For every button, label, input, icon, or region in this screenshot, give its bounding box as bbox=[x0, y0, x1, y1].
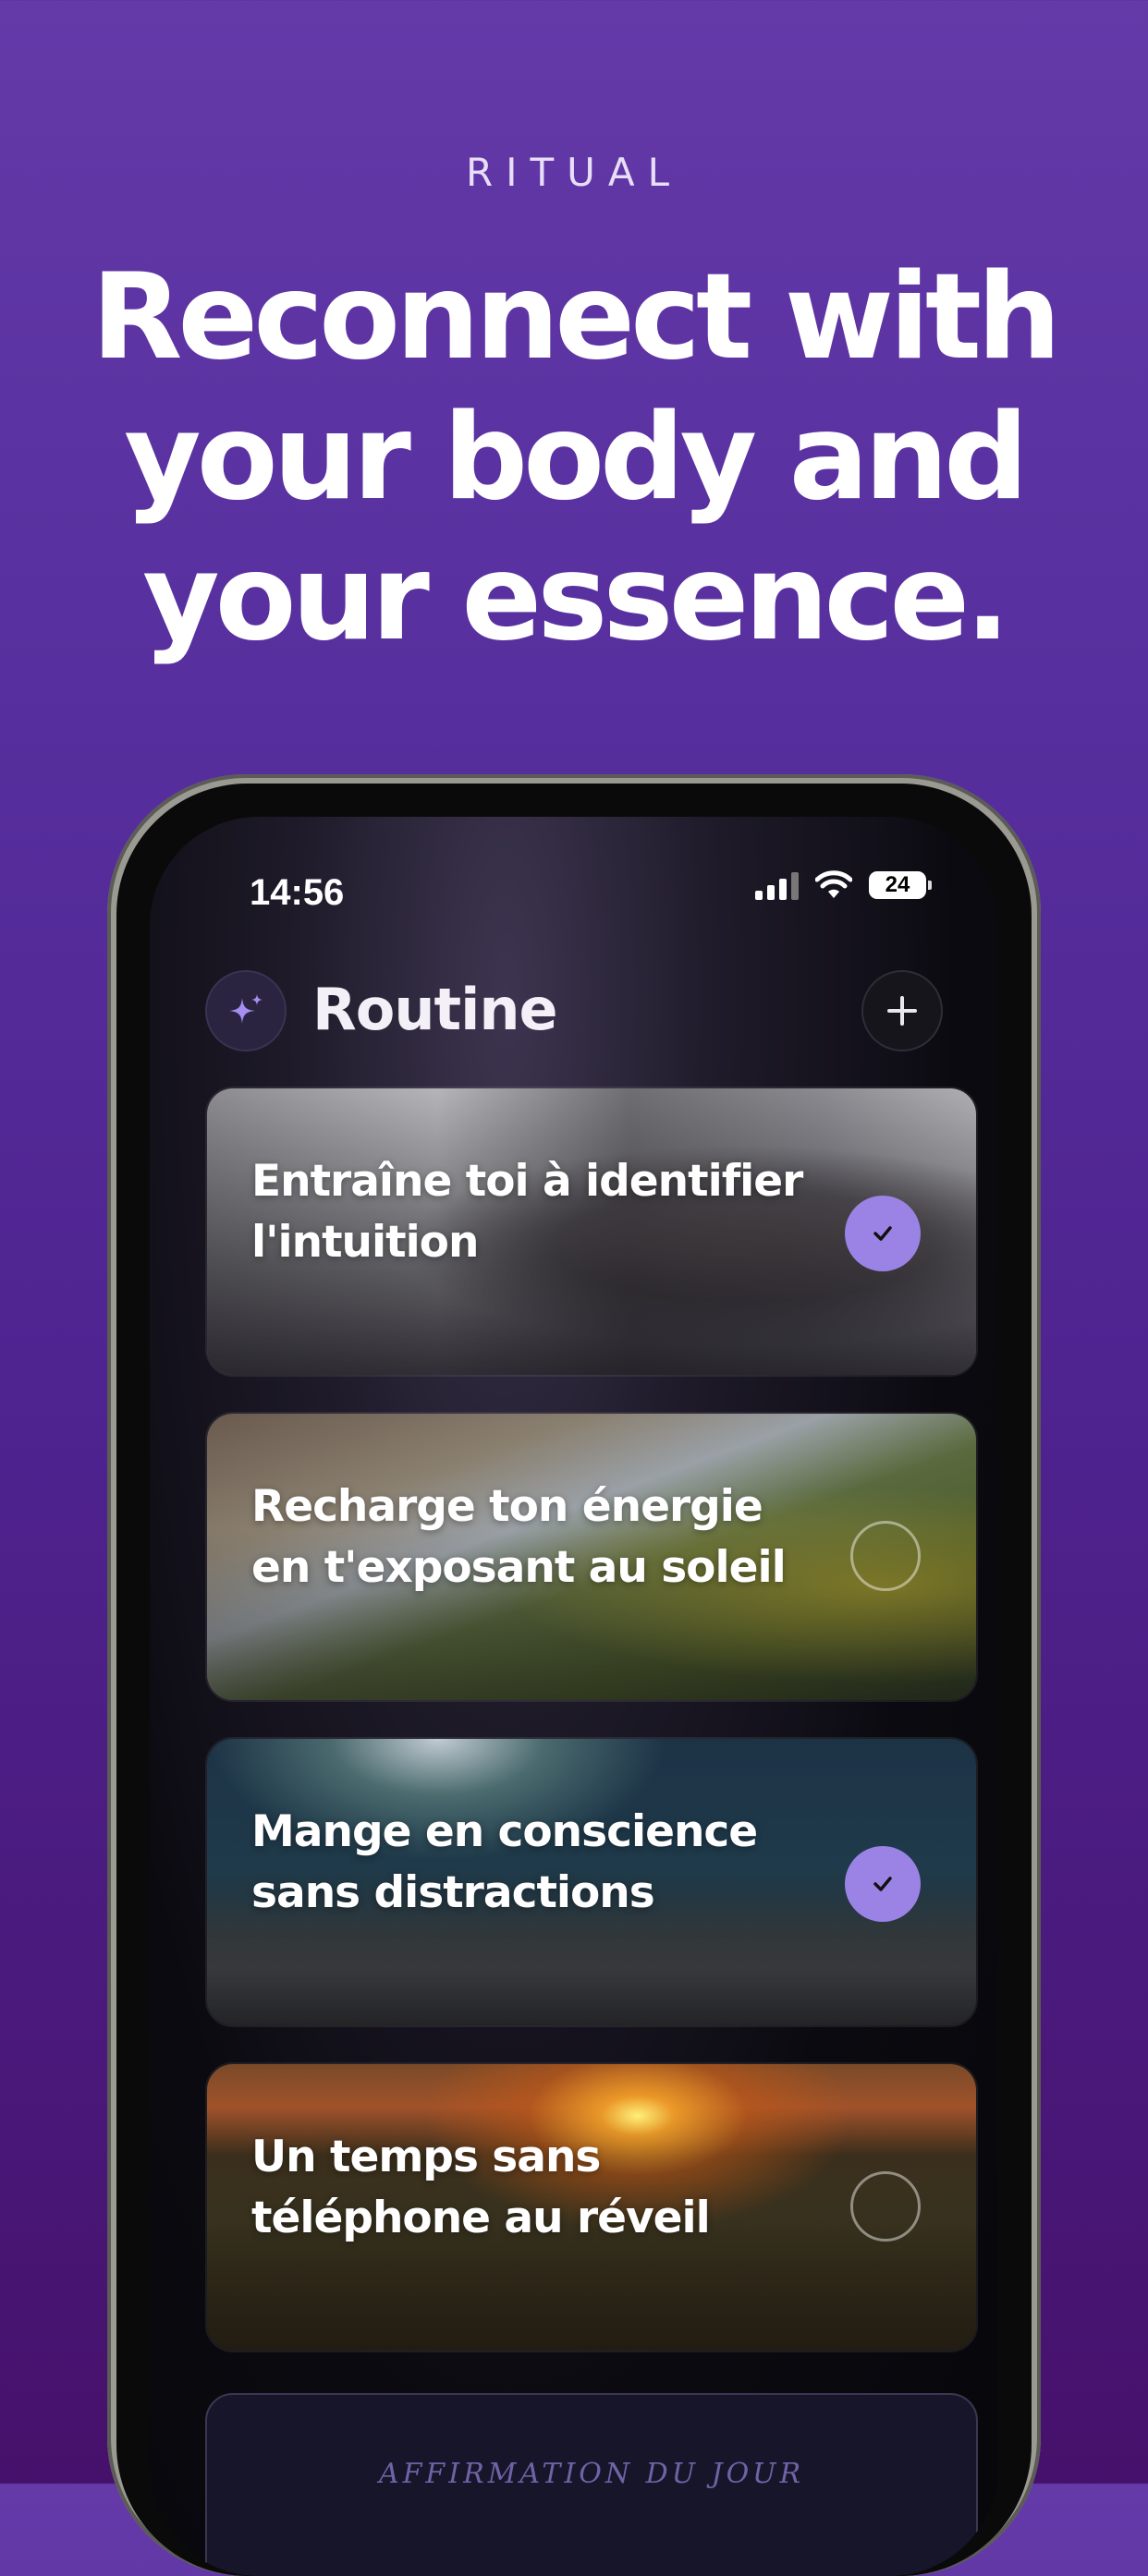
completed-checkbox[interactable] bbox=[845, 1846, 921, 1922]
routine-card[interactable]: Un temps sans téléphone au réveil bbox=[205, 2062, 978, 2352]
headline-line: Reconnect with bbox=[91, 249, 1061, 386]
phone-screen: 14:56 24 Routine Entraîne toi à identifi… bbox=[150, 817, 998, 2576]
phone-bezel: 14:56 24 Routine Entraîne toi à identifi… bbox=[116, 784, 1032, 2576]
card-title: Entraîne toi à identifier l'intuition bbox=[251, 1151, 824, 1273]
routine-header: Routine bbox=[205, 970, 943, 1053]
headline-line: your essence. bbox=[142, 529, 1010, 667]
routine-card[interactable]: Mange en conscience sans distractions bbox=[205, 1737, 978, 2027]
card-title: Un temps sans téléphone au réveil bbox=[251, 2127, 824, 2249]
routine-card[interactable]: Recharge ton énergie en t'exposant au so… bbox=[205, 1412, 978, 1702]
sparkle-button[interactable] bbox=[205, 970, 287, 1051]
card-title: Recharge ton énergie en t'exposant au so… bbox=[251, 1476, 824, 1598]
plus-icon bbox=[887, 996, 917, 1026]
card-title-line: Recharge ton énergie bbox=[251, 1481, 763, 1532]
card-title-line: téléphone au réveil bbox=[251, 2193, 711, 2243]
wifi-icon bbox=[815, 870, 852, 898]
incomplete-checkbox[interactable] bbox=[850, 2171, 921, 2242]
card-title-line: Un temps sans bbox=[251, 2132, 601, 2182]
card-title-line: Entraîne toi à identifier bbox=[251, 1156, 803, 1207]
add-routine-button[interactable] bbox=[861, 970, 943, 1051]
status-time: 14:56 bbox=[250, 872, 345, 913]
incomplete-checkbox[interactable] bbox=[850, 1521, 921, 1591]
sparkle-icon bbox=[229, 994, 263, 1024]
brand-label: RITUAL bbox=[465, 150, 683, 195]
completed-checkbox[interactable] bbox=[845, 1196, 921, 1271]
affirmation-card[interactable]: AFFIRMATION DU JOUR bbox=[205, 2393, 978, 2576]
card-title-line: en t'exposant au soleil bbox=[251, 1542, 787, 1593]
card-title-line: l'intuition bbox=[251, 1217, 479, 1268]
card-title-line: sans distractions bbox=[251, 1867, 655, 1918]
hero-headline: Reconnect with your body and your essenc… bbox=[55, 248, 1093, 669]
cellular-signal-icon bbox=[755, 870, 799, 900]
status-icons: 24 bbox=[755, 870, 932, 900]
headline-line: your body and bbox=[124, 389, 1029, 527]
check-icon bbox=[873, 1226, 892, 1241]
card-title: Mange en conscience sans distractions bbox=[251, 1802, 824, 1924]
page-title: Routine bbox=[312, 976, 558, 1043]
phone-frame: 14:56 24 Routine Entraîne toi à identifi… bbox=[107, 774, 1041, 2576]
affirmation-label: AFFIRMATION DU JOUR bbox=[378, 2458, 805, 2490]
routine-card[interactable]: Entraîne toi à identifier l'intuition bbox=[205, 1087, 978, 1377]
battery-icon: 24 bbox=[869, 871, 932, 899]
check-icon bbox=[873, 1877, 892, 1891]
card-title-line: Mange en conscience bbox=[251, 1806, 758, 1857]
